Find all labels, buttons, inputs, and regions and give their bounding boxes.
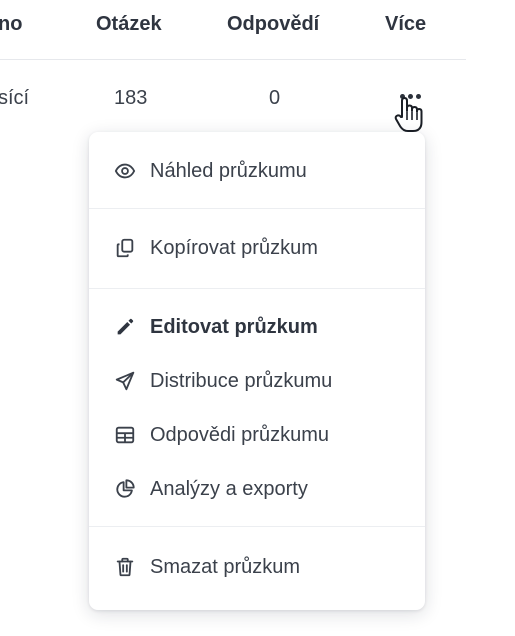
pie-chart-icon	[113, 477, 137, 501]
row-survey-name[interactable]: sící	[0, 87, 29, 110]
eye-icon	[113, 159, 137, 183]
menu-item-delete[interactable]: Smazat průzkum	[89, 540, 425, 594]
survey-table-page: no Otázek Odpovědí Více sící 183 0 Náhle…	[0, 0, 515, 636]
col-header-more: Více	[385, 13, 427, 35]
col-header-name[interactable]: no	[0, 13, 22, 36]
paper-plane-icon	[113, 369, 137, 393]
menu-section-danger: Smazat průzkum	[89, 527, 425, 594]
table-icon	[113, 423, 137, 447]
menu-item-label: Distribuce průzkumu	[150, 369, 333, 392]
menu-item-distribute[interactable]: Distribuce průzkumu	[89, 354, 425, 408]
menu-item-label: Kopírovat průzkum	[150, 236, 318, 259]
menu-item-analytics[interactable]: Analýzy a exporty	[89, 462, 425, 516]
menu-section-copy: Kopírovat průzkum	[89, 209, 425, 289]
menu-item-label: Analýzy a exporty	[150, 477, 308, 500]
menu-section-manage: Editovat průzkum Distribuce průzkumu Odp…	[89, 289, 425, 527]
menu-item-label: Smazat průzkum	[150, 555, 301, 578]
menu-item-edit[interactable]: Editovat průzkum	[89, 300, 425, 354]
row-question-count: 183	[114, 87, 148, 109]
copy-icon	[113, 236, 137, 260]
menu-item-label: Editovat průzkum	[150, 315, 318, 338]
menu-item-responses[interactable]: Odpovědi průzkumu	[89, 408, 425, 462]
menu-item-copy[interactable]: Kopírovat průzkum	[89, 221, 425, 275]
more-actions-dropdown: Náhled průzkumu Kopírovat průzkum Editov…	[89, 132, 425, 610]
col-header-answers[interactable]: Odpovědí	[227, 13, 319, 36]
menu-item-label: Odpovědi průzkumu	[150, 423, 329, 446]
menu-section-view: Náhled průzkumu	[89, 132, 425, 209]
menu-item-preview[interactable]: Náhled průzkumu	[89, 144, 425, 198]
trash-icon	[113, 555, 137, 579]
row-answer-count: 0	[269, 87, 281, 109]
header-divider	[0, 59, 466, 60]
hand-cursor-icon	[394, 97, 423, 132]
pencil-icon	[113, 315, 137, 339]
menu-item-label: Náhled průzkumu	[150, 159, 307, 182]
col-header-questions[interactable]: Otázek	[96, 13, 162, 36]
